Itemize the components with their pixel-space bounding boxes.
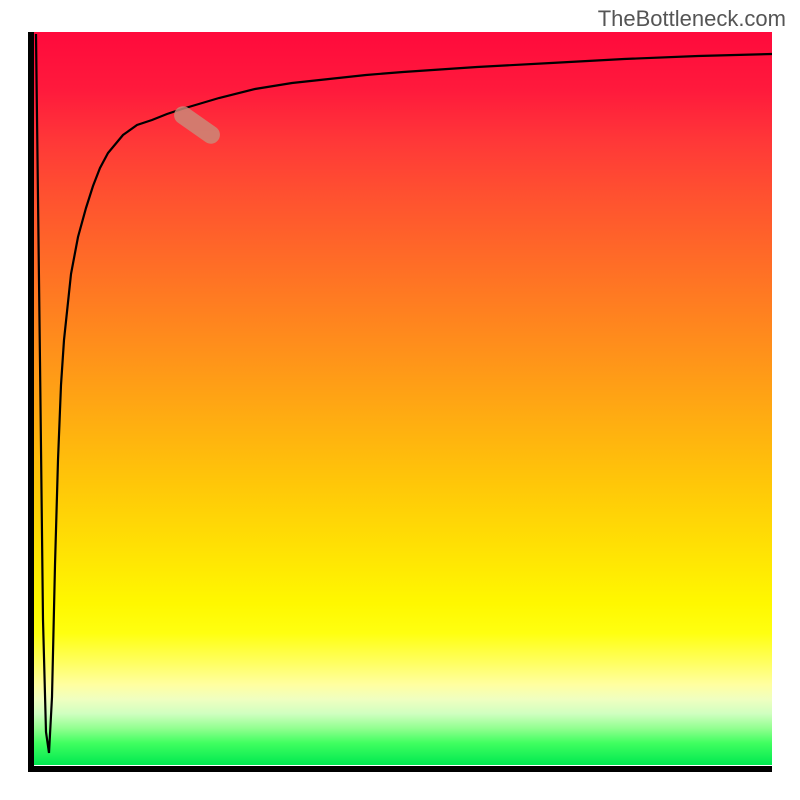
curve-layer: [34, 32, 772, 765]
watermark-text: TheBottleneck.com: [598, 6, 786, 32]
chart-container: [0, 0, 800, 800]
curve-marker: [171, 103, 224, 148]
x-axis: [28, 766, 772, 772]
bottleneck-curve: [36, 34, 772, 753]
y-axis: [28, 32, 34, 772]
